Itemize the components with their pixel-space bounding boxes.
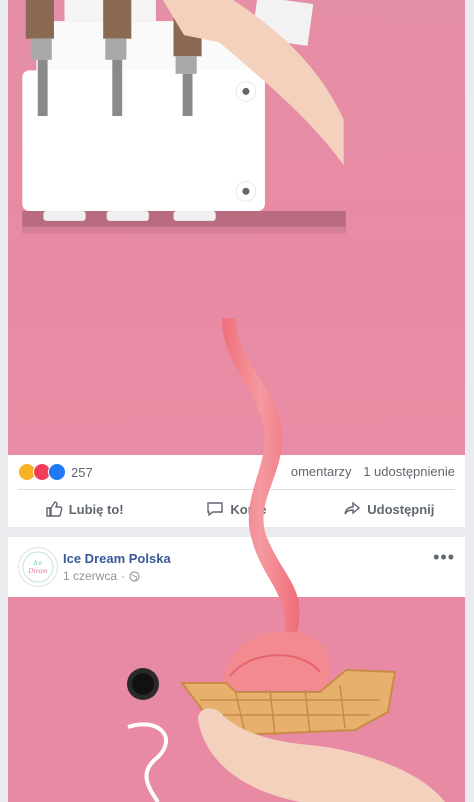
comments-count-link[interactable]: omentarzy — [291, 464, 352, 479]
like-reaction-icon — [48, 463, 66, 481]
divider — [18, 489, 455, 490]
ice-dream-logo: Ice Dream — [22, 551, 54, 583]
svg-text:Ice: Ice — [33, 559, 43, 567]
post-actions: Lubię to! Kome Udostępnij — [8, 493, 465, 525]
post-card: Ice Dream Ice Dream Polska 1 czerwca · •… — [8, 537, 465, 802]
globe-icon — [129, 570, 140, 582]
post-meta: 1 czerwca · — [63, 569, 140, 583]
meta-separator: · — [121, 569, 126, 583]
post-date[interactable]: 1 czerwca — [63, 569, 117, 583]
page-avatar[interactable]: Ice Dream — [18, 547, 58, 587]
ice-cream-machine-illustration — [22, 0, 346, 234]
thumbs-up-icon — [46, 501, 63, 517]
post-stats: omentarzy 1 udostępnienie — [283, 464, 455, 479]
reactions-summary[interactable]: 257 — [18, 463, 93, 481]
post-options-button[interactable]: ••• — [433, 547, 455, 568]
post-footer: 257 omentarzy 1 udostępnienie Lubię to! … — [8, 455, 465, 527]
cone-scene-illustration — [127, 668, 168, 802]
news-feed: 257 omentarzy 1 udostępnienie Lubię to! … — [0, 0, 474, 802]
comment-icon — [207, 502, 224, 517]
share-icon — [344, 501, 361, 515]
post-photo-ice-cream-machine[interactable] — [8, 0, 465, 455]
page-name-link[interactable]: Ice Dream Polska — [63, 551, 171, 566]
reaction-count: 257 — [71, 464, 93, 480]
shares-count-link[interactable]: 1 udostępnienie — [363, 464, 455, 479]
share-button-label: Udostępnij — [367, 501, 435, 517]
like-button[interactable]: Lubię to! — [8, 493, 160, 525]
comment-button-label: Kome — [230, 501, 267, 517]
post-photo-cone[interactable] — [8, 597, 465, 802]
comment-button[interactable]: Kome — [160, 493, 312, 525]
like-button-label: Lubię to! — [68, 501, 124, 517]
svg-text:Dream: Dream — [27, 567, 47, 575]
share-button[interactable]: Udostępnij — [313, 493, 465, 525]
